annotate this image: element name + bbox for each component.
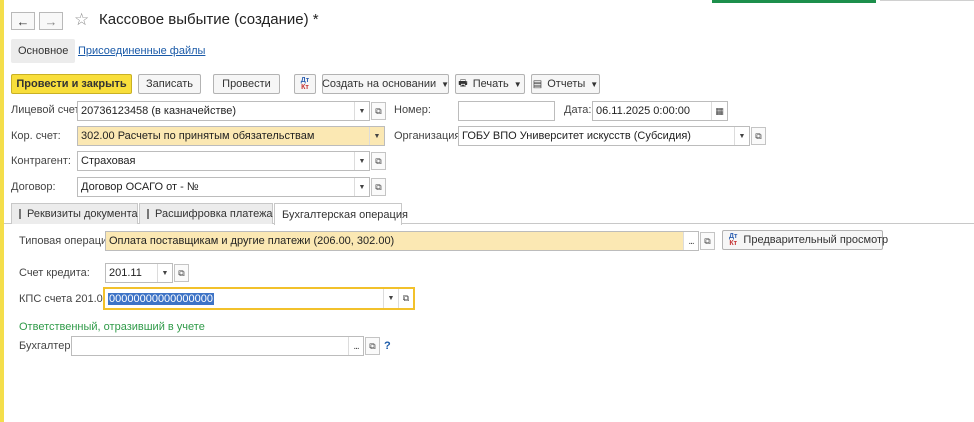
printer-icon: 🖶 — [458, 77, 468, 89]
number-field[interactable] — [458, 101, 555, 121]
ellipsis-icon[interactable]: ... — [683, 232, 698, 250]
accountant-label: Бухгалтер: — [19, 340, 74, 352]
open-counterparty-button[interactable]: ⧉ — [371, 152, 386, 170]
typical-operation-field[interactable]: Оплата поставщикам и другие платежи (206… — [105, 231, 699, 251]
responsible-header: Ответственный, отразивший в учете — [19, 321, 205, 333]
reports-button[interactable]: ▤ Отчеты ▼ — [531, 74, 600, 94]
forward-button[interactable]: → — [39, 12, 63, 30]
contract-label: Договор: — [11, 181, 56, 193]
chevron-down-icon[interactable]: ▼ — [157, 264, 172, 282]
back-button[interactable]: ← — [11, 12, 35, 30]
date-value: 06.11.2025 0:00:00 — [596, 105, 690, 117]
calendar-icon[interactable]: ▦ — [711, 102, 727, 120]
open-window-icon[interactable]: ⧉ — [398, 289, 413, 308]
post-and-close-button[interactable]: Провести и закрыть — [11, 74, 132, 94]
account-value: 20736123458 (в казначействе) — [81, 105, 236, 117]
account-field[interactable]: 20736123458 (в казначействе) ▼ — [77, 101, 370, 121]
corr-account-field[interactable]: 302.00 Расчеты по принятым обязательства… — [77, 126, 385, 146]
caret-down-icon: ▼ — [441, 79, 450, 89]
chevron-down-icon[interactable]: ▼ — [383, 289, 398, 308]
counterparty-label: Контрагент: — [11, 155, 71, 167]
create-based-on-label: Создать на основании — [321, 78, 437, 90]
contract-value: Договор ОСАГО от - № — [81, 181, 199, 193]
date-label: Дата: — [564, 104, 592, 116]
organization-value: ГОБУ ВПО Университет искусств (Субсидия) — [462, 130, 691, 142]
contract-field[interactable]: Договор ОСАГО от - № ▼ — [77, 177, 370, 197]
date-field[interactable]: 06.11.2025 0:00:00 ▦ — [592, 101, 728, 121]
chevron-down-icon[interactable]: ▼ — [734, 127, 749, 145]
document-icon — [19, 209, 21, 219]
counterparty-value: Страховая — [81, 155, 136, 167]
arrow-right-icon: → — [44, 13, 58, 29]
corr-account-value: 302.00 Расчеты по принятым обязательства… — [81, 130, 315, 142]
account-label: Лицевой счет: — [11, 104, 83, 116]
arrow-left-icon: ← — [16, 13, 30, 29]
open-window-icon: ⧉ — [755, 130, 762, 141]
post-button[interactable]: Провести — [213, 74, 280, 94]
section-attached-files-link[interactable]: Присоединенные файлы — [78, 45, 205, 57]
chevron-down-icon[interactable]: ▼ — [354, 152, 369, 170]
reports-label: Отчеты — [547, 78, 586, 90]
tab-document-details-label: Реквизиты документа — [27, 208, 138, 220]
open-contract-button[interactable]: ⧉ — [371, 178, 386, 196]
save-button[interactable]: Записать — [138, 74, 201, 94]
page-title: Кассовое выбытие (создание) * — [99, 11, 319, 28]
help-icon[interactable]: ? — [384, 340, 391, 352]
kps-label: КПС счета 201.00: — [19, 293, 112, 305]
kps-field[interactable]: 00000000000000000 ▼ ⧉ — [103, 287, 415, 310]
tab-accounting-operation-label: Бухгалтерская операция — [282, 208, 408, 221]
table-icon — [147, 209, 149, 219]
open-typical-operation-button[interactable]: ⧉ — [700, 232, 715, 250]
open-window-icon: ⧉ — [375, 105, 382, 116]
preview-label: Предварительный просмотр — [743, 234, 889, 246]
left-accent-stripe — [0, 0, 4, 422]
favorite-star-icon[interactable]: ☆ — [74, 10, 89, 30]
create-based-on-button[interactable]: Создать на основании ▼ — [322, 74, 449, 94]
dt-kt-icon: Дт Кт — [729, 233, 738, 247]
chevron-down-icon[interactable]: ▼ — [354, 178, 369, 196]
open-account-button[interactable]: ⧉ — [371, 102, 386, 120]
caret-down-icon: ▼ — [513, 79, 522, 89]
tab-payment-breakdown-label: Расшифровка платежа — [155, 208, 273, 220]
print-label: Печать — [472, 78, 509, 90]
dt-kt-icon: Дт Кт — [300, 77, 310, 91]
open-window-icon: ⧉ — [375, 181, 382, 192]
preview-button[interactable]: Дт Кт Предварительный просмотр — [722, 230, 888, 250]
open-window-icon: ⧉ — [375, 155, 382, 166]
chevron-down-icon[interactable]: ▼ — [354, 102, 369, 120]
open-window-icon: ⧉ — [369, 340, 376, 351]
open-credit-account-button[interactable]: ⧉ — [174, 264, 189, 282]
counterparty-field[interactable]: Страховая ▼ — [77, 151, 370, 171]
open-window-icon: ⧉ — [704, 235, 711, 246]
accountant-field[interactable]: ... — [71, 336, 364, 356]
print-button[interactable]: 🖶 Печать ▼ — [455, 74, 525, 94]
corr-account-label: Кор. счет: — [11, 130, 61, 142]
organization-field[interactable]: ГОБУ ВПО Университет искусств (Субсидия)… — [458, 126, 750, 146]
open-window-icon: ⧉ — [178, 267, 185, 278]
number-label: Номер: — [394, 104, 431, 116]
credit-account-field[interactable]: 201.11 ▼ — [105, 263, 173, 283]
caret-down-icon: ▼ — [590, 79, 599, 89]
typical-operation-value: Оплата поставщикам и другие платежи (206… — [109, 235, 395, 247]
chevron-down-icon[interactable]: ▼ — [369, 127, 384, 145]
credit-account-value: 201.11 — [109, 267, 142, 279]
section-main[interactable]: Основное — [11, 39, 76, 63]
tab-document-details[interactable]: Реквизиты документа — [11, 203, 138, 224]
report-icon: ▤ — [532, 78, 543, 90]
open-accountant-button[interactable]: ⧉ — [365, 337, 380, 355]
top-active-indicator — [712, 0, 876, 3]
typical-operation-label: Типовая операция: — [19, 235, 117, 247]
section-main-label: Основное — [18, 45, 69, 57]
ellipsis-icon[interactable]: ... — [348, 337, 363, 355]
organization-label: Организация: — [394, 130, 464, 142]
tab-payment-breakdown[interactable]: Расшифровка платежа — [139, 203, 273, 224]
top-divider — [880, 0, 974, 1]
credit-account-label: Счет кредита: — [19, 267, 90, 279]
dt-kt-button[interactable]: Дт Кт — [294, 74, 316, 94]
open-organization-button[interactable]: ⧉ — [751, 127, 766, 145]
tab-accounting-operation[interactable]: Бухгалтерская операция — [274, 203, 408, 225]
kps-value: 00000000000000000 — [108, 292, 215, 305]
